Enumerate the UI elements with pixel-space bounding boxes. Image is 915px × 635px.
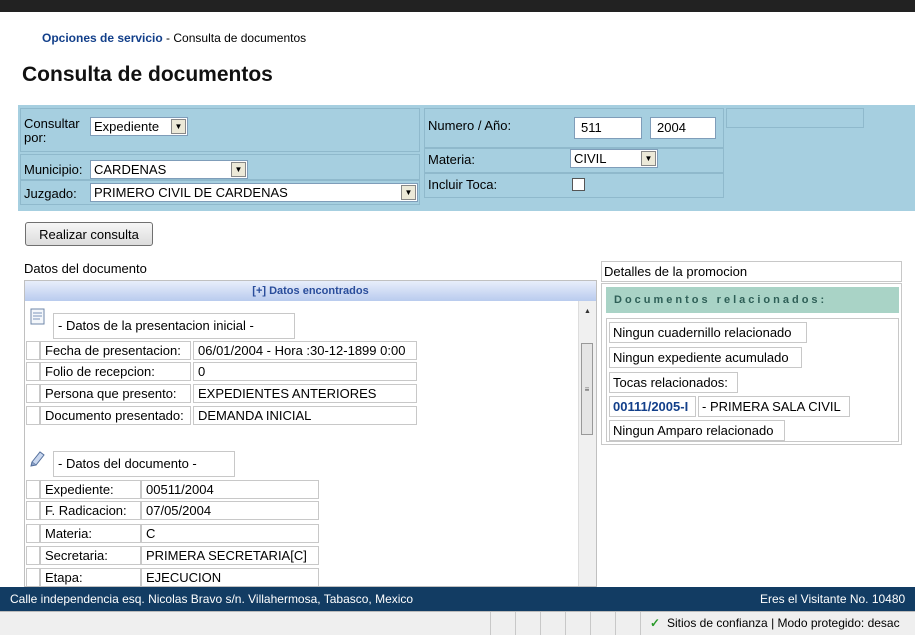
datos-documento-subtitle: - Datos del documento - (53, 451, 235, 477)
status-separator (540, 612, 541, 635)
numero-anio-label: Numero / Año: (428, 118, 512, 133)
row-marker (26, 406, 40, 425)
consultar-por-select[interactable]: Expediente ▼ (90, 117, 188, 136)
row-marker (26, 480, 40, 499)
browser-status-bar: ✓ Sitios de confianza | Modo protegido: … (0, 611, 915, 635)
chevron-down-icon: ▼ (641, 151, 656, 166)
expediente-label: Expediente: (40, 480, 141, 499)
browser-top-edge (0, 0, 915, 12)
status-separator (640, 612, 641, 635)
documento-presentado-value: DEMANDA INICIAL (193, 406, 417, 425)
juzgado-label: Juzgado: (24, 186, 77, 201)
filter-cell-empty (726, 108, 864, 128)
incluir-toca-label: Incluir Toca: (428, 177, 498, 192)
related-cuadernillo: Ningun cuadernillo relacionado (609, 322, 807, 343)
consultar-por-value: Expediente (94, 119, 160, 134)
municipio-value: CARDENAS (94, 162, 167, 177)
folio-recepcion-label: Folio de recepcion: (40, 362, 191, 381)
check-icon: ✓ (650, 616, 661, 630)
status-separator (490, 612, 491, 635)
status-separator (515, 612, 516, 635)
detalles-promocion-title: Detalles de la promocion (601, 261, 902, 282)
row-marker (26, 341, 40, 360)
realizar-consulta-button[interactable]: Realizar consulta (25, 222, 153, 246)
secretaria-label: Secretaria: (40, 546, 141, 565)
footer-address: Calle independencia esq. Nicolas Bravo s… (10, 592, 414, 606)
folio-recepcion-value: 0 (193, 362, 417, 381)
materia-doc-value: C (141, 524, 319, 543)
municipio-select[interactable]: CARDENAS ▼ (90, 160, 248, 179)
anio-input[interactable]: 2004 (650, 117, 716, 139)
row-marker (26, 501, 40, 520)
materia-select[interactable]: CIVIL ▼ (570, 149, 658, 168)
numero-input[interactable]: 511 (574, 117, 642, 139)
breadcrumb-link-opciones[interactable]: Opciones de servicio (42, 31, 163, 45)
row-marker (26, 384, 40, 403)
related-amparo: Ningun Amparo relacionado (609, 420, 785, 441)
materia-value: CIVIL (574, 151, 607, 166)
scroll-up-icon[interactable]: ▲ (579, 304, 596, 320)
etapa-label: Etapa: (40, 568, 141, 586)
filter-panel: Consultar por: Expediente ▼ Municipio: C… (18, 105, 915, 211)
documentos-relacionados-header: Documentos relacionados: (606, 287, 899, 313)
documento-presentado-label: Documento presentado: (40, 406, 191, 425)
page-title: Consulta de documentos (22, 63, 273, 86)
scroll-thumb[interactable]: ≡ (581, 343, 593, 435)
materia-label: Materia: (428, 152, 475, 167)
security-zone[interactable]: Sitios de confianza | Modo protegido: de… (667, 612, 900, 634)
site-footer: Calle independencia esq. Nicolas Bravo s… (0, 587, 915, 611)
fecha-presentacion-value: 06/01/2004 - Hora :30-12-1899 0:00 (193, 341, 417, 360)
radicacion-label: F. Radicacion: (40, 501, 141, 520)
breadcrumb-current: - Consulta de documentos (162, 31, 307, 45)
radicacion-value: 07/05/2004 (141, 501, 319, 520)
juzgado-value: PRIMERO CIVIL DE CARDENAS (94, 185, 288, 200)
persona-presento-label: Persona que presento: (40, 384, 191, 403)
documentos-relacionados-panel: Documentos relacionados: Ningun cuaderni… (601, 283, 902, 445)
toca-description: - PRIMERA SALA CIVIL (698, 396, 850, 417)
fecha-presentacion-label: Fecha de presentacion: (40, 341, 191, 360)
expediente-value: 00511/2004 (141, 480, 319, 499)
status-separator (590, 612, 591, 635)
row-marker (26, 524, 40, 543)
edit-document-icon (29, 449, 45, 467)
row-marker (26, 546, 40, 565)
breadcrumb: Opciones de servicio - Consulta de docum… (42, 31, 306, 45)
datos-documento-title: Datos del documento (24, 261, 147, 276)
incluir-toca-checkbox[interactable] (572, 178, 585, 191)
etapa-value: EJECUCION (141, 568, 319, 586)
vertical-scrollbar[interactable]: ▲ ≡ (578, 301, 596, 586)
toca-link[interactable]: 00111/2005-I (609, 396, 696, 417)
datos-encontrados-panel: [+] Datos encontrados - Datos de la pres… (24, 280, 597, 587)
presentacion-inicial-title: - Datos de la presentacion inicial - (53, 313, 295, 339)
materia-doc-label: Materia: (40, 524, 141, 543)
chevron-down-icon: ▼ (171, 119, 186, 134)
chevron-down-icon: ▼ (401, 185, 416, 200)
juzgado-select[interactable]: PRIMERO CIVIL DE CARDENAS ▼ (90, 183, 418, 202)
datos-encontrados-header[interactable]: [+] Datos encontrados (25, 281, 596, 301)
status-separator (565, 612, 566, 635)
municipio-label: Municipio: (24, 162, 83, 177)
secretaria-value: PRIMERA SECRETARIA[C] (141, 546, 319, 565)
status-separator (615, 612, 616, 635)
row-marker (26, 362, 40, 381)
chevron-down-icon: ▼ (231, 162, 246, 177)
document-icon (29, 308, 45, 325)
related-expediente: Ningun expediente acumulado (609, 347, 802, 368)
row-marker (26, 568, 40, 586)
related-tocas-label: Tocas relacionados: (609, 372, 738, 393)
persona-presento-value: EXPEDIENTES ANTERIORES (193, 384, 417, 403)
visitor-counter: Eres el Visitante No. 10480 (760, 592, 906, 606)
consultar-por-label: Consultar por: (24, 116, 80, 145)
